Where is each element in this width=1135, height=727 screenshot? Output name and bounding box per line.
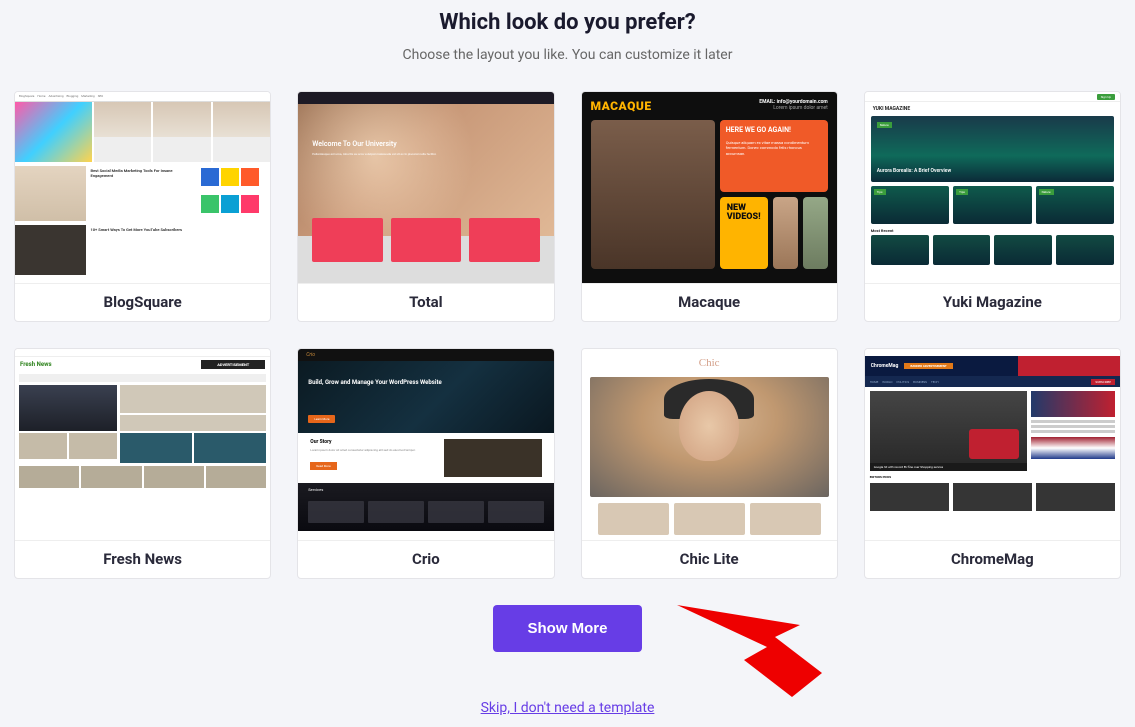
template-thumbnail: ChromeMagBANNER ADVERTISEMENT HOMEWORLDP… bbox=[865, 349, 1120, 541]
template-card-freshnews[interactable]: Fresh NewsADVERTISEMENT Fresh News bbox=[14, 348, 271, 579]
template-card-chromemag[interactable]: ChromeMagBANNER ADVERTISEMENT HOMEWORLDP… bbox=[864, 348, 1121, 579]
template-thumbnail: BlogSquareHomeAdvertisingBloggingMarketi… bbox=[15, 92, 270, 284]
skip-link[interactable]: Skip, I don't need a template bbox=[481, 700, 655, 716]
template-thumbnail: Chic bbox=[582, 349, 837, 541]
template-thumbnail: Welcome To Our UniversityPellentesque es… bbox=[298, 92, 553, 284]
template-card-crio[interactable]: Crio Build, Grow and Manage Your WordPre… bbox=[297, 348, 554, 579]
show-more-button[interactable]: Show More bbox=[493, 605, 641, 652]
template-card-blogsquare[interactable]: BlogSquareHomeAdvertisingBloggingMarketi… bbox=[14, 91, 271, 322]
page-subtitle: Choose the layout you like. You can cust… bbox=[0, 47, 1135, 63]
page-title: Which look do you prefer? bbox=[0, 10, 1135, 35]
template-label: Macaque bbox=[582, 284, 837, 321]
template-card-yukimagazine[interactable]: Sign Up YUKI MAGAZINE NatureAurora Borea… bbox=[864, 91, 1121, 322]
template-label: Yuki Magazine bbox=[865, 284, 1120, 321]
template-thumbnail: Sign Up YUKI MAGAZINE NatureAurora Borea… bbox=[865, 92, 1120, 284]
template-thumbnail: MACAQUE EMAIL: info@yourdomain.comLorem … bbox=[582, 92, 837, 284]
template-card-macaque[interactable]: MACAQUE EMAIL: info@yourdomain.comLorem … bbox=[581, 91, 838, 322]
template-card-chiclite[interactable]: Chic Chic Lite bbox=[581, 348, 838, 579]
template-label: Total bbox=[298, 284, 553, 321]
template-label: BlogSquare bbox=[15, 284, 270, 321]
template-grid: BlogSquareHomeAdvertisingBloggingMarketi… bbox=[0, 91, 1135, 579]
template-label: Fresh News bbox=[15, 541, 270, 578]
template-label: Crio bbox=[298, 541, 553, 578]
template-label: ChromeMag bbox=[865, 541, 1120, 578]
template-thumbnail: Fresh NewsADVERTISEMENT bbox=[15, 349, 270, 541]
template-thumbnail: Crio Build, Grow and Manage Your WordPre… bbox=[298, 349, 553, 541]
template-label: Chic Lite bbox=[582, 541, 837, 578]
template-card-total[interactable]: Welcome To Our UniversityPellentesque es… bbox=[297, 91, 554, 322]
